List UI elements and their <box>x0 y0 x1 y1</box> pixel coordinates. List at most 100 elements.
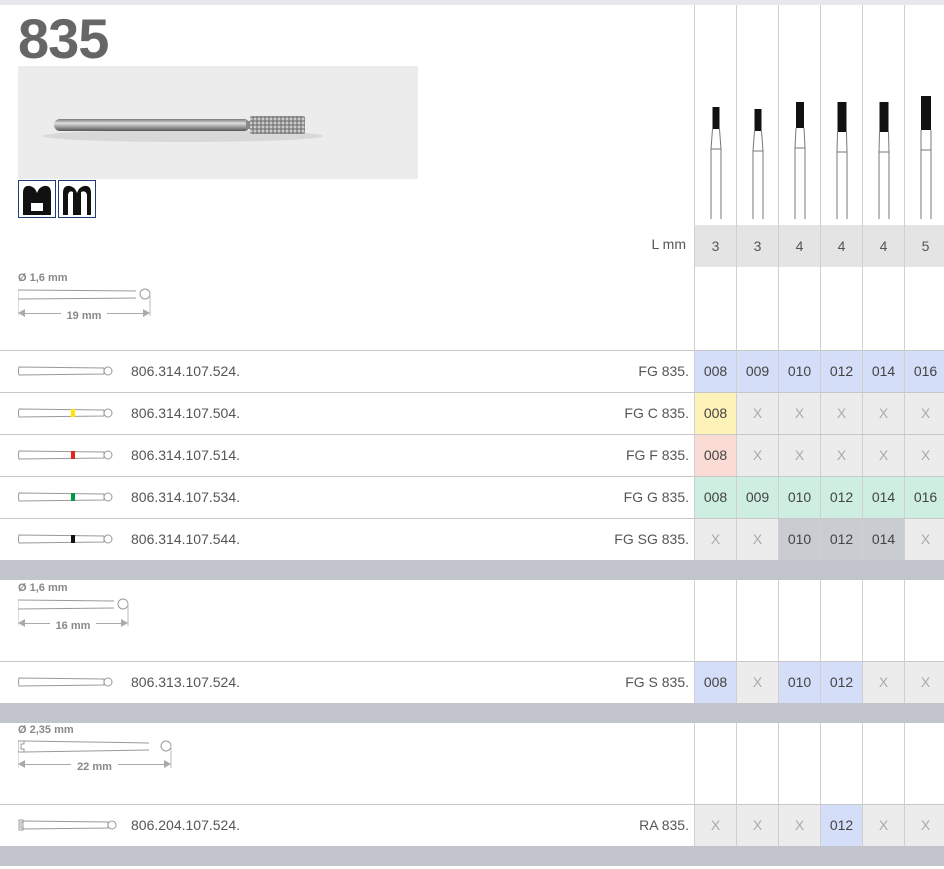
article-number: 806.314.107.524. <box>131 363 240 379</box>
size-unavailable-cell: X <box>779 805 820 846</box>
shank-dimension-drawing: Ø 2,35 mm 22 mm <box>18 724 181 773</box>
instrument-pictogram <box>18 819 117 831</box>
size-unavailable-cell: X <box>905 662 944 703</box>
size-cell[interactable]: 012 <box>821 351 862 392</box>
article-number: 806.314.107.504. <box>131 405 240 421</box>
shank-length: 22 mm <box>71 761 118 773</box>
size-unavailable-cell: X <box>863 805 904 846</box>
bur-shape-3 <box>779 85 821 225</box>
product-code: FG 835. <box>638 363 689 379</box>
size-cell[interactable]: 010 <box>779 519 820 560</box>
instrument-pictogram <box>18 534 113 544</box>
size-cell[interactable]: 009 <box>737 477 778 518</box>
size-cell[interactable]: 008 <box>695 435 736 476</box>
product-code: FG G 835. <box>623 489 689 505</box>
size-unavailable-cell: X <box>695 519 736 560</box>
size-cell[interactable]: 012 <box>821 662 862 703</box>
application-icons <box>18 180 96 218</box>
article-number: 806.314.107.514. <box>131 447 240 463</box>
table-row: 806.314.107.544. FG SG 835. X X 010 012 014 X <box>0 518 944 560</box>
bur-shape-4 <box>821 85 863 225</box>
size-cell[interactable]: 010 <box>779 662 820 703</box>
product-photo <box>18 66 418 179</box>
length-label: L mm <box>651 236 686 252</box>
size-unavailable-cell: X <box>905 435 944 476</box>
article-number: 806.204.107.524. <box>131 817 240 833</box>
size-unavailable-cell: X <box>905 805 944 846</box>
instrument-pictogram <box>18 366 113 376</box>
product-code: RA 835. <box>639 817 689 833</box>
product-code: FG S 835. <box>625 674 689 690</box>
product-code: FG C 835. <box>624 405 689 421</box>
article-number: 806.313.107.524. <box>131 674 240 690</box>
bur-shape-1 <box>695 85 737 225</box>
section-separator <box>0 703 944 723</box>
size-cell[interactable]: 012 <box>821 805 862 846</box>
size-cell[interactable]: 016 <box>905 351 944 392</box>
size-cell[interactable]: 014 <box>863 351 904 392</box>
product-code: FG SG 835. <box>614 531 689 547</box>
size-unavailable-cell: X <box>863 393 904 434</box>
size-unavailable-cell: X <box>779 393 820 434</box>
section-separator <box>0 846 944 866</box>
size-cell[interactable]: 008 <box>695 662 736 703</box>
size-unavailable-cell: X <box>863 435 904 476</box>
bur-shape-5 <box>863 85 905 225</box>
size-cell[interactable]: 009 <box>737 351 778 392</box>
article-number: 806.314.107.544. <box>131 531 240 547</box>
size-unavailable-cell: X <box>737 662 778 703</box>
top-bar <box>0 0 944 5</box>
size-cell[interactable]: 008 <box>695 477 736 518</box>
size-unavailable-cell: X <box>737 805 778 846</box>
shank-length: 16 mm <box>49 620 97 632</box>
tooth-cavity-icon <box>58 180 96 218</box>
shank-diameter: Ø 1,6 mm <box>18 272 68 284</box>
size-cell[interactable]: 012 <box>821 519 862 560</box>
size-cell[interactable]: 014 <box>863 477 904 518</box>
length-cell: 3 <box>737 225 778 267</box>
crown-cavity-icon <box>18 180 56 218</box>
length-cell: 4 <box>863 225 904 267</box>
product-code: FG F 835. <box>625 447 689 463</box>
size-unavailable-cell: X <box>737 393 778 434</box>
instrument-pictogram <box>18 492 113 502</box>
article-number: 806.314.107.534. <box>131 489 240 505</box>
instrument-pictogram <box>18 677 113 687</box>
table-row: 806.314.107.504. FG C 835. 008 X X X X X <box>0 392 944 434</box>
length-cell: 3 <box>695 225 736 267</box>
size-unavailable-cell: X <box>695 805 736 846</box>
section-separator <box>0 560 944 580</box>
shank-diameter: Ø 1,6 mm <box>18 582 68 594</box>
size-unavailable-cell: X <box>821 393 862 434</box>
size-cell[interactable]: 008 <box>695 351 736 392</box>
shank-length: 19 mm <box>60 310 108 322</box>
instrument-pictogram <box>18 408 113 418</box>
size-cell[interactable]: 010 <box>779 351 820 392</box>
size-unavailable-cell: X <box>905 519 944 560</box>
size-cell[interactable]: 010 <box>779 477 820 518</box>
length-cell: 4 <box>821 225 862 267</box>
table-row: 806.314.107.514. FG F 835. 008 X X X X X <box>0 434 944 476</box>
size-unavailable-cell: X <box>863 662 904 703</box>
table-row: 806.314.107.524. FG 835. 008 009 010 012 014 0… <box>0 350 944 392</box>
shank-dimension-drawing: Ø 1,6 mm 16 mm <box>18 582 138 632</box>
table-row: 806.313.107.524. FG S 835. 008 X 010 012 X X <box>0 661 944 703</box>
shank-dimension-drawing: Ø 1,6 mm 19 mm <box>18 272 160 322</box>
instrument-pictogram <box>18 450 113 460</box>
length-cell: 5 <box>905 225 944 267</box>
size-cell[interactable]: 012 <box>821 477 862 518</box>
bur-shape-2 <box>737 85 779 225</box>
length-cell: 4 <box>779 225 820 267</box>
size-cell[interactable]: 014 <box>863 519 904 560</box>
table-row: 806.204.107.524. RA 835. X X X 012 X X <box>0 804 944 846</box>
size-unavailable-cell: X <box>905 393 944 434</box>
table-row: 806.314.107.534. FG G 835. 008 009 010 012 01… <box>0 476 944 518</box>
bur-shape-6 <box>905 85 944 225</box>
size-unavailable-cell: X <box>737 519 778 560</box>
size-cell[interactable]: 008 <box>695 393 736 434</box>
shank-diameter: Ø 2,35 mm <box>18 724 74 736</box>
size-unavailable-cell: X <box>737 435 778 476</box>
size-unavailable-cell: X <box>779 435 820 476</box>
size-cell[interactable]: 016 <box>905 477 944 518</box>
product-title: 835 <box>18 7 109 70</box>
